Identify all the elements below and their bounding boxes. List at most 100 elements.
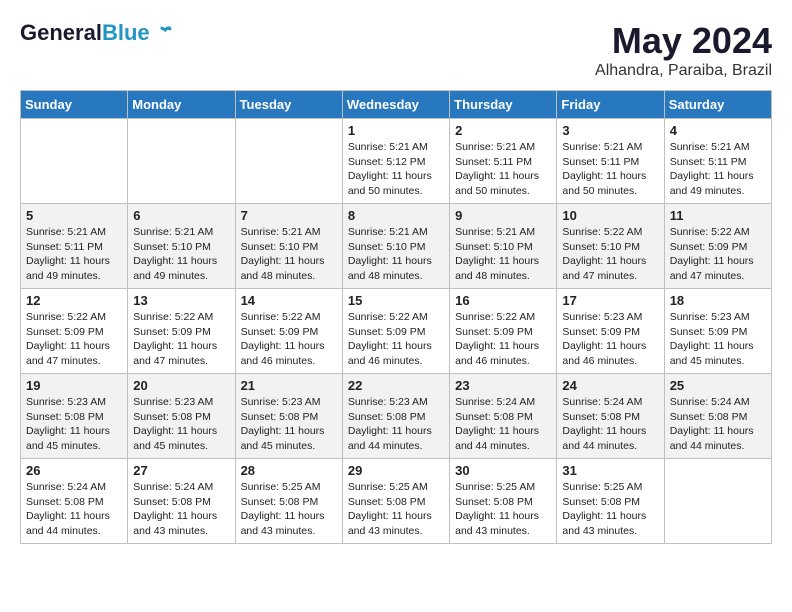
day-number: 9 [455, 208, 551, 223]
day-info: Sunrise: 5:21 AM Sunset: 5:10 PM Dayligh… [241, 225, 337, 284]
day-info: Sunrise: 5:24 AM Sunset: 5:08 PM Dayligh… [562, 395, 658, 454]
day-info: Sunrise: 5:23 AM Sunset: 5:08 PM Dayligh… [241, 395, 337, 454]
day-number: 6 [133, 208, 229, 223]
day-number: 3 [562, 123, 658, 138]
table-cell: 11 Sunrise: 5:22 AM Sunset: 5:09 PM Dayli… [664, 204, 771, 289]
day-info: Sunrise: 5:21 AM Sunset: 5:11 PM Dayligh… [26, 225, 122, 284]
day-number: 15 [348, 293, 444, 308]
table-cell: 15 Sunrise: 5:22 AM Sunset: 5:09 PM Dayli… [342, 289, 449, 374]
day-info: Sunrise: 5:22 AM Sunset: 5:09 PM Dayligh… [241, 310, 337, 369]
day-info: Sunrise: 5:22 AM Sunset: 5:09 PM Dayligh… [455, 310, 551, 369]
table-row: 19 Sunrise: 5:23 AM Sunset: 5:08 PM Dayli… [21, 374, 772, 459]
table-cell: 19 Sunrise: 5:23 AM Sunset: 5:08 PM Dayli… [21, 374, 128, 459]
day-number: 30 [455, 463, 551, 478]
table-cell: 23Sunrise: 5:24 AM Sunset: 5:08 PM Dayli… [450, 374, 557, 459]
calendar-header-row: Sunday Monday Tuesday Wednesday Thursday… [21, 91, 772, 119]
table-row: 26Sunrise: 5:24 AM Sunset: 5:08 PM Dayli… [21, 459, 772, 544]
day-number: 2 [455, 123, 551, 138]
table-cell: 25 Sunrise: 5:24 AM Sunset: 5:08 PM Dayli… [664, 374, 771, 459]
table-cell: 17Sunrise: 5:23 AM Sunset: 5:09 PM Dayli… [557, 289, 664, 374]
table-row: 1 Sunrise: 5:21 AM Sunset: 5:12 PM Daylig… [21, 119, 772, 204]
col-tuesday: Tuesday [235, 91, 342, 119]
day-number: 11 [670, 208, 766, 223]
day-number: 16 [455, 293, 551, 308]
day-number: 1 [348, 123, 444, 138]
table-cell: 20Sunrise: 5:23 AM Sunset: 5:08 PM Dayli… [128, 374, 235, 459]
col-saturday: Saturday [664, 91, 771, 119]
day-number: 13 [133, 293, 229, 308]
day-info: Sunrise: 5:21 AM Sunset: 5:10 PM Dayligh… [455, 225, 551, 284]
table-cell [21, 119, 128, 204]
table-cell: 26Sunrise: 5:24 AM Sunset: 5:08 PM Dayli… [21, 459, 128, 544]
table-cell: 21 Sunrise: 5:23 AM Sunset: 5:08 PM Dayli… [235, 374, 342, 459]
table-cell: 14 Sunrise: 5:22 AM Sunset: 5:09 PM Dayli… [235, 289, 342, 374]
day-info: Sunrise: 5:21 AM Sunset: 5:11 PM Dayligh… [670, 140, 766, 199]
day-number: 31 [562, 463, 658, 478]
day-info: Sunrise: 5:24 AM Sunset: 5:08 PM Dayligh… [26, 480, 122, 539]
day-number: 4 [670, 123, 766, 138]
table-cell: 6Sunrise: 5:21 AM Sunset: 5:10 PM Daylig… [128, 204, 235, 289]
table-row: 12 Sunrise: 5:22 AM Sunset: 5:09 PM Dayli… [21, 289, 772, 374]
table-cell: 3Sunrise: 5:21 AM Sunset: 5:11 PM Daylig… [557, 119, 664, 204]
day-number: 7 [241, 208, 337, 223]
day-number: 10 [562, 208, 658, 223]
table-cell: 1 Sunrise: 5:21 AM Sunset: 5:12 PM Daylig… [342, 119, 449, 204]
table-cell: 9 Sunrise: 5:21 AM Sunset: 5:10 PM Daylig… [450, 204, 557, 289]
day-info: Sunrise: 5:21 AM Sunset: 5:10 PM Dayligh… [348, 225, 444, 284]
table-row: 5Sunrise: 5:21 AM Sunset: 5:11 PM Daylig… [21, 204, 772, 289]
day-info: Sunrise: 5:21 AM Sunset: 5:11 PM Dayligh… [455, 140, 551, 199]
page: GeneralBlue May 2024 Alhandra, Paraiba, … [0, 0, 792, 564]
day-info: Sunrise: 5:22 AM Sunset: 5:09 PM Dayligh… [670, 225, 766, 284]
table-cell: 5Sunrise: 5:21 AM Sunset: 5:11 PM Daylig… [21, 204, 128, 289]
day-info: Sunrise: 5:24 AM Sunset: 5:08 PM Dayligh… [670, 395, 766, 454]
bird-icon [152, 22, 174, 44]
day-info: Sunrise: 5:22 AM Sunset: 5:09 PM Dayligh… [348, 310, 444, 369]
table-cell: 24 Sunrise: 5:24 AM Sunset: 5:08 PM Dayli… [557, 374, 664, 459]
day-number: 21 [241, 378, 337, 393]
logo: GeneralBlue [20, 20, 174, 46]
day-number: 25 [670, 378, 766, 393]
day-info: Sunrise: 5:22 AM Sunset: 5:10 PM Dayligh… [562, 225, 658, 284]
table-cell: 31Sunrise: 5:25 AM Sunset: 5:08 PM Dayli… [557, 459, 664, 544]
col-wednesday: Wednesday [342, 91, 449, 119]
day-info: Sunrise: 5:24 AM Sunset: 5:08 PM Dayligh… [133, 480, 229, 539]
day-info: Sunrise: 5:23 AM Sunset: 5:08 PM Dayligh… [26, 395, 122, 454]
day-number: 12 [26, 293, 122, 308]
table-cell: 22Sunrise: 5:23 AM Sunset: 5:08 PM Dayli… [342, 374, 449, 459]
col-friday: Friday [557, 91, 664, 119]
table-cell: 18Sunrise: 5:23 AM Sunset: 5:09 PM Dayli… [664, 289, 771, 374]
day-number: 20 [133, 378, 229, 393]
header: GeneralBlue May 2024 Alhandra, Paraiba, … [20, 20, 772, 80]
table-cell: 27 Sunrise: 5:24 AM Sunset: 5:08 PM Dayli… [128, 459, 235, 544]
title-block: May 2024 Alhandra, Paraiba, Brazil [595, 20, 772, 80]
table-cell: 4 Sunrise: 5:21 AM Sunset: 5:11 PM Daylig… [664, 119, 771, 204]
month-title: May 2024 [595, 20, 772, 62]
col-sunday: Sunday [21, 91, 128, 119]
col-thursday: Thursday [450, 91, 557, 119]
day-info: Sunrise: 5:25 AM Sunset: 5:08 PM Dayligh… [455, 480, 551, 539]
day-number: 24 [562, 378, 658, 393]
day-number: 17 [562, 293, 658, 308]
day-number: 19 [26, 378, 122, 393]
day-number: 29 [348, 463, 444, 478]
table-cell: 16 Sunrise: 5:22 AM Sunset: 5:09 PM Dayli… [450, 289, 557, 374]
table-cell [664, 459, 771, 544]
table-cell [128, 119, 235, 204]
day-info: Sunrise: 5:22 AM Sunset: 5:09 PM Dayligh… [133, 310, 229, 369]
table-cell: 30 Sunrise: 5:25 AM Sunset: 5:08 PM Dayli… [450, 459, 557, 544]
day-info: Sunrise: 5:21 AM Sunset: 5:12 PM Dayligh… [348, 140, 444, 199]
table-cell: 12 Sunrise: 5:22 AM Sunset: 5:09 PM Dayli… [21, 289, 128, 374]
day-info: Sunrise: 5:25 AM Sunset: 5:08 PM Dayligh… [348, 480, 444, 539]
table-cell: 29 Sunrise: 5:25 AM Sunset: 5:08 PM Dayli… [342, 459, 449, 544]
table-cell: 2 Sunrise: 5:21 AM Sunset: 5:11 PM Daylig… [450, 119, 557, 204]
logo-general: General [20, 20, 102, 45]
table-cell: 13 Sunrise: 5:22 AM Sunset: 5:09 PM Dayli… [128, 289, 235, 374]
day-info: Sunrise: 5:25 AM Sunset: 5:08 PM Dayligh… [241, 480, 337, 539]
day-number: 18 [670, 293, 766, 308]
day-number: 14 [241, 293, 337, 308]
day-number: 27 [133, 463, 229, 478]
day-number: 22 [348, 378, 444, 393]
day-info: Sunrise: 5:22 AM Sunset: 5:09 PM Dayligh… [26, 310, 122, 369]
table-cell: 8Sunrise: 5:21 AM Sunset: 5:10 PM Daylig… [342, 204, 449, 289]
table-cell: 28Sunrise: 5:25 AM Sunset: 5:08 PM Dayli… [235, 459, 342, 544]
